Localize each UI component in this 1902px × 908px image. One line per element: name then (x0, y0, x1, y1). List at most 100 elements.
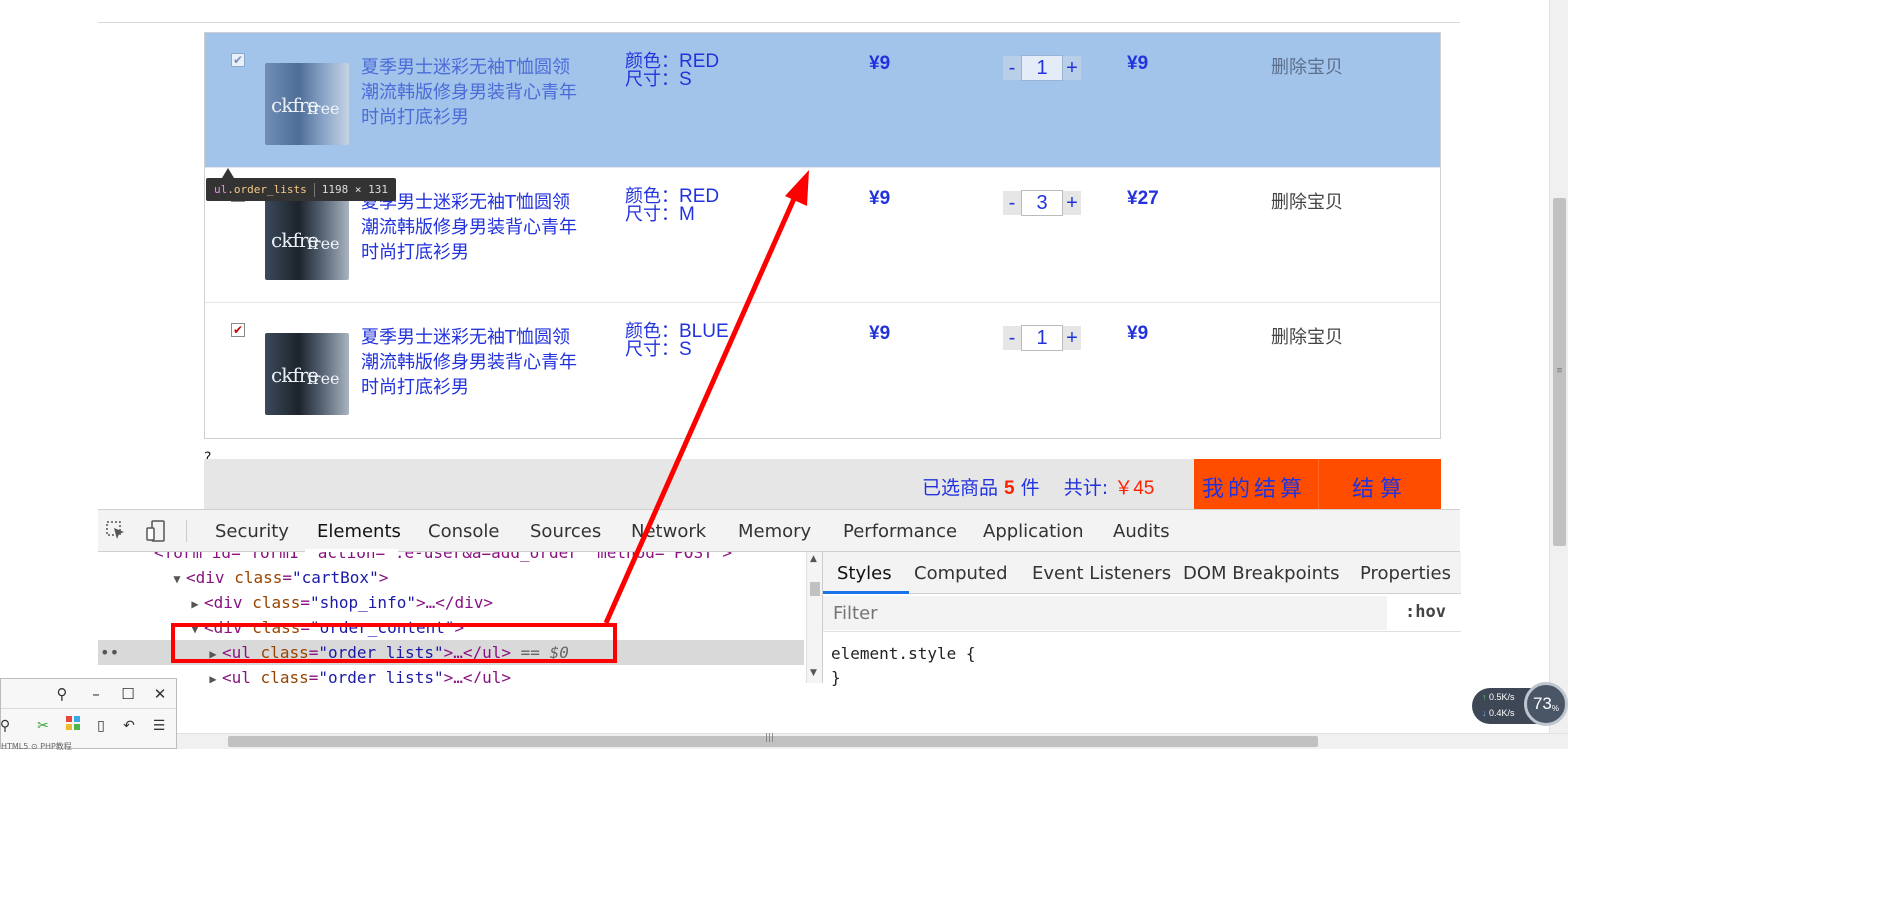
undo-icon[interactable]: ↶ (119, 716, 139, 736)
styles-filter-input[interactable] (823, 596, 1387, 630)
element-hover-tooltip: ul .order_lists 1198 × 131 (206, 178, 396, 201)
tab-elements[interactable]: Elements (317, 521, 401, 542)
tooltip-tag: ul (214, 183, 228, 196)
qty-plus-button[interactable]: + (1063, 56, 1081, 80)
collapse-triangle-icon[interactable]: ▶ (186, 592, 204, 617)
network-speed-widget[interactable]: ↑ 0.5K/s ↓ 0.4K/s 73% (1472, 682, 1568, 726)
tab-network[interactable]: Network (631, 521, 706, 542)
page-vertical-scrollbar[interactable]: ≡ (1549, 0, 1568, 733)
product-thumbnail-2[interactable]: ckfre free (265, 198, 349, 280)
tab-memory[interactable]: Memory (738, 521, 811, 542)
tab-computed[interactable]: Computed (914, 563, 1008, 584)
product-name-link-2[interactable]: 夏季男士迷彩无袖T恤圆领潮流韩版修身男装背心青年时尚打底衫男 (361, 190, 581, 265)
skin-icon[interactable]: ⚲ (51, 683, 73, 705)
subtotal-2: ¥27 (1127, 188, 1159, 209)
scroll-down-icon[interactable]: ▼ (810, 668, 817, 678)
product-thumbnail-1[interactable]: ckfre free (265, 63, 349, 145)
subtotal-3: ¥9 (1127, 323, 1149, 344)
attr-name: class (234, 568, 283, 587)
tab-dom-breakpoints[interactable]: DOM Breakpoints (1183, 563, 1339, 584)
ck-logo-free: free (307, 369, 340, 388)
collapse-triangle-icon[interactable]: ▶ (204, 667, 222, 683)
row-3-checkbox[interactable]: ✔ (231, 323, 245, 337)
product-attrs-3: 颜色：BLUE 尺寸：S (625, 322, 729, 360)
upload-speed-value: 0.5K/s (1489, 692, 1515, 702)
product-name-link-1[interactable]: 夏季男士迷彩无袖T恤圆领潮流韩版修身男装背心青年时尚打底衫男 (361, 55, 581, 130)
tab-properties[interactable]: Properties (1360, 563, 1451, 584)
tag-tail: >…</div> (415, 593, 494, 612)
tab-styles[interactable]: Styles (837, 563, 892, 584)
top-divider (98, 22, 1460, 23)
attr-name: class (260, 668, 309, 683)
delete-item-link-2[interactable]: 删除宝贝 (1271, 188, 1343, 214)
tooltip-class: .order_lists (227, 183, 307, 196)
tooltip-arrow (222, 168, 234, 178)
qty-minus-button[interactable]: - (1003, 191, 1021, 215)
search-icon[interactable]: ⚲ (0, 716, 15, 736)
memory-usage-gauge[interactable]: 73% (1524, 682, 1568, 726)
scissors-icon[interactable]: ✂ (33, 716, 53, 736)
grip-icon: ≡ (1556, 366, 1563, 376)
qty-input[interactable]: 1 (1021, 325, 1063, 351)
toolbar-separator (186, 520, 187, 542)
unit-price-1: ¥9 (869, 53, 891, 74)
maximize-icon[interactable]: ☐ (117, 683, 139, 705)
checkout-label[interactable]: 结算 (1352, 471, 1408, 503)
element-style-open: element.style { (831, 644, 976, 663)
tab-console[interactable]: Console (428, 521, 499, 542)
elements-scroll-thumb[interactable] (810, 582, 820, 596)
unit-price-2: ¥9 (869, 188, 891, 209)
apps-grid-icon[interactable] (63, 716, 83, 736)
quantity-stepper-1: - 1 + (1003, 55, 1081, 81)
size-label: 尺寸： (625, 339, 679, 360)
row-1-checkbox[interactable]: ✔ (231, 53, 245, 67)
dom-node-form[interactable]: <form id="form1" action=".e-user&a=add_o… (98, 552, 804, 565)
tab-event-listeners[interactable]: Event Listeners (1032, 563, 1171, 584)
delete-item-link-3[interactable]: 删除宝贝 (1271, 323, 1343, 349)
tab-security[interactable]: Security (215, 521, 289, 542)
minimize-icon[interactable]: – (85, 683, 107, 705)
product-thumbnail-3[interactable]: ckfre free (265, 333, 349, 415)
cart-summary: 已选商品 5 件 共计: ￥45 (922, 473, 1154, 500)
qty-plus-button[interactable]: + (1063, 326, 1081, 350)
dom-node-cartbox[interactable]: ▼ <div class="cartBox"> (98, 565, 804, 590)
checkout-button[interactable]: 我的结算 结算 (1194, 459, 1441, 509)
qty-input[interactable]: 3 (1021, 190, 1063, 216)
tab-performance[interactable]: Performance (843, 521, 957, 542)
order-list-row-3: ✔ ckfre free 夏季男士迷彩无袖T恤圆领潮流韩版修身男装背心青年时尚打… (205, 303, 1440, 438)
devtools-toolbar: Security Elements Console Sources Networ… (98, 510, 1460, 552)
hover-state-toggle[interactable]: :hov (1405, 602, 1446, 622)
delete-item-link-1[interactable]: 删除宝贝 (1271, 53, 1343, 79)
qty-minus-button[interactable]: - (1003, 56, 1021, 80)
tag-tail: >…</ul> (443, 668, 512, 683)
scroll-up-icon[interactable]: ▲ (810, 554, 817, 564)
size-value: S (679, 339, 692, 360)
device-toggle-icon[interactable] (144, 520, 168, 542)
inspect-icon[interactable] (104, 520, 128, 542)
tab-application[interactable]: Application (983, 521, 1084, 542)
dom-node-order-lists[interactable]: ▶ <ul class="order_lists">…</ul> (98, 665, 804, 683)
element-style-rule[interactable]: element.style { } (831, 642, 976, 690)
close-icon[interactable]: ✕ (149, 683, 171, 705)
order-content: ✔ ckfre free 夏季男士迷彩无袖T恤圆领潮流韩版修身男装背心青年时尚打… (204, 32, 1441, 439)
bookmark-crumbs[interactable]: HTML5 ⊙ PHP教程 (1, 741, 72, 752)
device-icon[interactable]: ▯ (91, 716, 111, 736)
tab-audits[interactable]: Audits (1113, 521, 1170, 542)
selected-prefix: 已选商品 (922, 477, 999, 499)
form-node-text: <form id="form1" action=".e-user&a=add_o… (154, 552, 732, 562)
menu-icon[interactable]: ☰ (149, 716, 169, 736)
qty-input[interactable]: 1 (1021, 55, 1063, 81)
elements-scrollbar[interactable]: ▲ ▼ (806, 552, 822, 683)
expand-triangle-icon[interactable]: ▼ (168, 567, 186, 592)
tab-sources[interactable]: Sources (530, 521, 601, 542)
dom-node-shop-info[interactable]: ▶ <div class="shop_info">…</div> (98, 590, 804, 615)
my-checkout-label[interactable]: 我的结算 (1202, 471, 1306, 503)
page-horizontal-scrollbar[interactable]: ||| (0, 733, 1568, 749)
product-name-link-3[interactable]: 夏季男士迷彩无袖T恤圆领潮流韩版修身男装背心青年时尚打底衫男 (361, 325, 581, 400)
qty-minus-button[interactable]: - (1003, 326, 1021, 350)
upload-arrow-icon: ↑ (1482, 692, 1487, 702)
tooltip-separator (313, 182, 315, 197)
qty-plus-button[interactable]: + (1063, 191, 1081, 215)
styles-pane: Styles Computed Event Listeners DOM Brea… (822, 552, 1461, 687)
quantity-stepper-2: - 3 + (1003, 190, 1081, 216)
